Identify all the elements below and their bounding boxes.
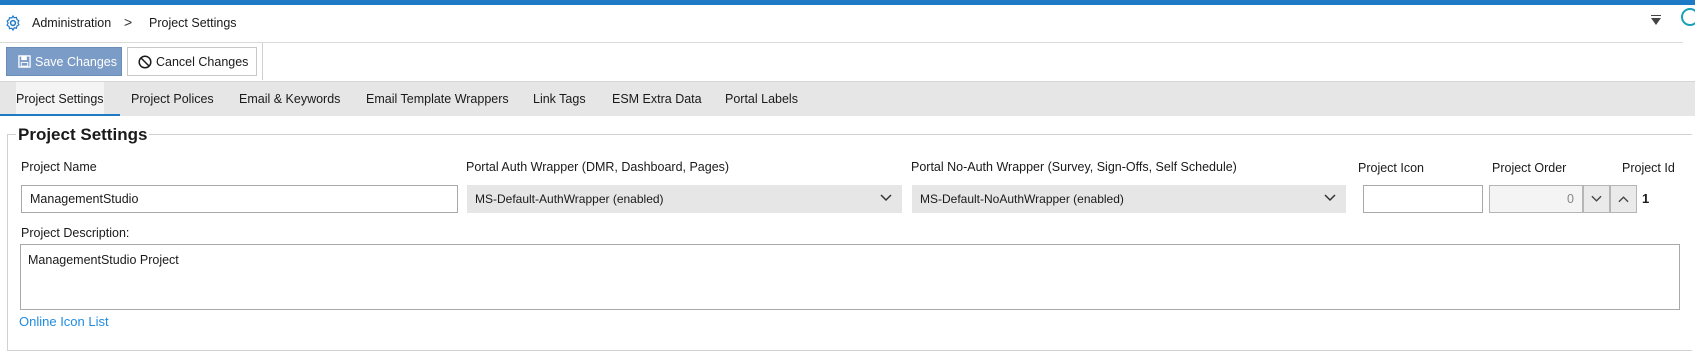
tab-email-keywords[interactable]: Email & Keywords bbox=[239, 82, 340, 116]
save-changes-button[interactable]: Save Changes bbox=[6, 47, 122, 76]
noauth-wrapper-label: Portal No-Auth Wrapper (Survey, Sign-Off… bbox=[911, 160, 1237, 174]
chevron-up-icon bbox=[1618, 196, 1629, 203]
breadcrumb-separator-icon: > bbox=[124, 14, 133, 30]
project-icon-input[interactable] bbox=[1363, 185, 1483, 213]
tab-portal-labels[interactable]: Portal Labels bbox=[725, 82, 798, 116]
toolbar: Save Changes Cancel Changes bbox=[0, 43, 263, 80]
cancel-icon bbox=[138, 54, 152, 69]
project-order-label: Project Order bbox=[1492, 161, 1567, 175]
project-icon-label: Project Icon bbox=[1358, 161, 1425, 175]
project-description-textarea[interactable]: ManagementStudio Project bbox=[20, 244, 1680, 310]
auth-wrapper-label: Portal Auth Wrapper (DMR, Dashboard, Pag… bbox=[466, 160, 730, 174]
tab-esm-extra-data[interactable]: ESM Extra Data bbox=[612, 82, 702, 116]
project-name-label: Project Name bbox=[21, 160, 97, 174]
auth-wrapper-value: MS-Default-AuthWrapper (enabled) bbox=[475, 192, 664, 206]
dropdown-menu-icon[interactable] bbox=[1651, 15, 1661, 25]
save-changes-label: Save Changes bbox=[35, 54, 118, 69]
project-description-label: Project Description: bbox=[21, 226, 130, 240]
chevron-down-icon bbox=[1324, 194, 1336, 202]
tab-project-polices[interactable]: Project Polices bbox=[131, 82, 214, 116]
tab-project-settings[interactable]: Project Settings bbox=[0, 82, 120, 116]
save-icon bbox=[18, 55, 31, 68]
project-order-increment-button[interactable] bbox=[1610, 185, 1637, 213]
cancel-changes-button[interactable]: Cancel Changes bbox=[127, 47, 257, 76]
project-order-decrement-button[interactable] bbox=[1583, 185, 1610, 213]
auth-wrapper-select[interactable]: MS-Default-AuthWrapper (enabled) bbox=[467, 185, 902, 213]
tab-email-template-wrappers[interactable]: Email Template Wrappers bbox=[366, 82, 509, 116]
project-name-input[interactable] bbox=[21, 185, 458, 213]
section-title: Project Settings bbox=[16, 125, 150, 145]
tab-bar: Project Settings Project Polices Email &… bbox=[0, 81, 1695, 116]
online-icon-list-link[interactable]: Online Icon List bbox=[19, 314, 109, 329]
noauth-wrapper-value: MS-Default-NoAuthWrapper (enabled) bbox=[920, 192, 1124, 206]
project-id-label: Project Id bbox=[1622, 161, 1675, 175]
project-id-value: 1 bbox=[1642, 191, 1650, 206]
help-circle-icon[interactable] bbox=[1681, 8, 1695, 26]
gear-icon[interactable] bbox=[4, 14, 22, 32]
chevron-down-icon bbox=[1591, 195, 1602, 202]
breadcrumb-current: Project Settings bbox=[149, 16, 237, 30]
cancel-changes-label: Cancel Changes bbox=[156, 54, 249, 69]
project-settings-group bbox=[7, 134, 1692, 351]
noauth-wrapper-select[interactable]: MS-Default-NoAuthWrapper (enabled) bbox=[912, 185, 1346, 213]
project-order-input[interactable]: 0 bbox=[1489, 185, 1583, 213]
breadcrumb: Administration > Project Settings bbox=[0, 5, 1683, 43]
chevron-down-icon bbox=[880, 194, 892, 202]
tab-link-tags[interactable]: Link Tags bbox=[533, 82, 586, 116]
breadcrumb-administration[interactable]: Administration bbox=[32, 16, 111, 30]
